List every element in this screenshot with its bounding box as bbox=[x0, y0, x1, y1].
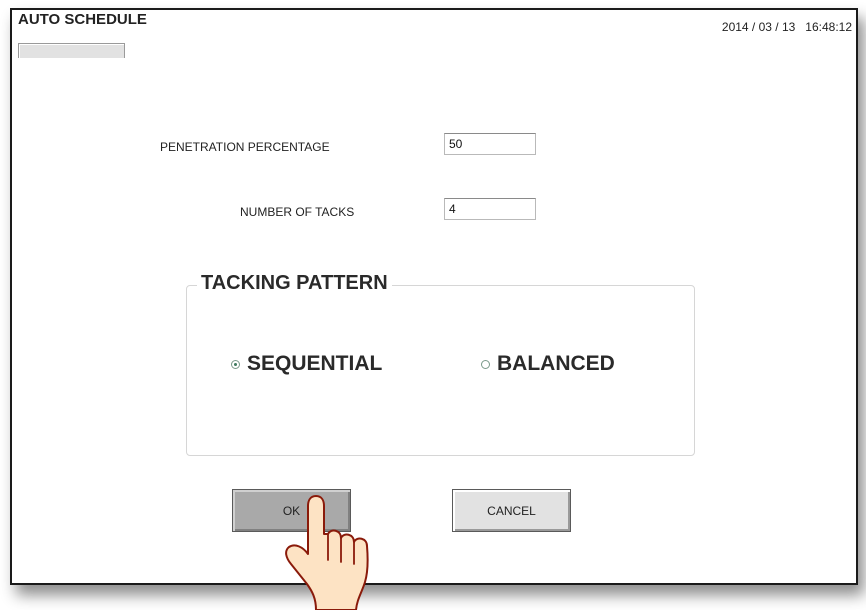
number-of-tacks-input[interactable] bbox=[444, 198, 536, 220]
auto-schedule-window: AUTO SCHEDULE 2014 / 03 / 13 16:48:12 PE… bbox=[10, 8, 858, 585]
tacking-pattern-group: TACKING PATTERN SEQUENTIAL BALANCED bbox=[186, 272, 695, 456]
tacking-pattern-legend: TACKING PATTERN bbox=[197, 272, 392, 295]
datetime-display: 2014 / 03 / 13 16:48:12 bbox=[721, 20, 852, 34]
pointing-hand-cursor-icon bbox=[285, 495, 369, 610]
window-title: AUTO SCHEDULE bbox=[18, 11, 147, 28]
tab-button[interactable] bbox=[18, 43, 125, 58]
penetration-percentage-input[interactable] bbox=[444, 133, 536, 155]
radio-selected-icon bbox=[231, 359, 240, 369]
radio-unselected-icon bbox=[481, 359, 490, 369]
cancel-button[interactable]: CANCEL bbox=[452, 489, 571, 532]
radio-balanced[interactable]: BALANCED bbox=[481, 352, 615, 376]
penetration-percentage-label: PENETRATION PERCENTAGE bbox=[160, 140, 330, 154]
number-of-tacks-label: NUMBER OF TACKS bbox=[240, 205, 355, 219]
radio-sequential-label: SEQUENTIAL bbox=[247, 352, 383, 375]
radio-sequential[interactable]: SEQUENTIAL bbox=[231, 352, 382, 376]
radio-balanced-label: BALANCED bbox=[497, 352, 615, 375]
